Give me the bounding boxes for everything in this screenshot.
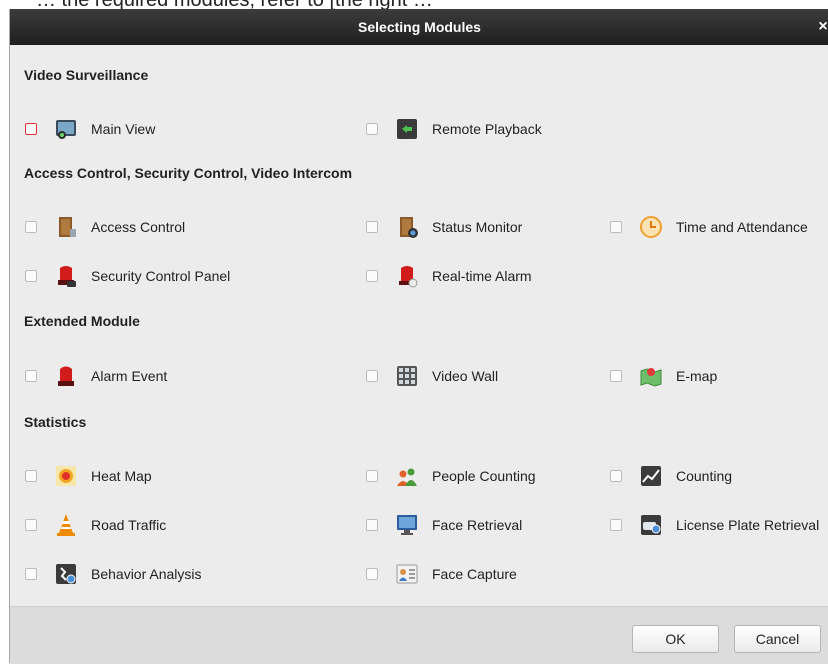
dialog-footer: OK Cancel	[10, 606, 828, 664]
face-capture-icon	[396, 564, 418, 584]
map-icon	[640, 368, 662, 387]
status-monitor-label: Status Monitor	[432, 219, 523, 235]
video-wall-label: Video Wall	[432, 368, 499, 384]
license-plate-icon	[641, 515, 661, 535]
module-row: Heat Map People Counting Counting	[10, 463, 828, 491]
behavior-analysis-icon	[56, 564, 76, 584]
section-title-video-surveillance: Video Surveillance	[24, 67, 149, 83]
video-wall-checkbox[interactable]	[366, 370, 378, 382]
siren-icon	[399, 266, 418, 288]
module-row: Behavior Analysis Face Capture	[10, 561, 828, 589]
alarm-event-label: Alarm Event	[91, 368, 168, 384]
time-attendance-checkbox[interactable]	[610, 221, 622, 233]
dialog-titlebar: Selecting Modules ×	[10, 9, 828, 45]
status-monitor-checkbox[interactable]	[366, 221, 378, 233]
emap-label: E-map	[676, 368, 718, 384]
time-attendance-label: Time and Attendance	[676, 219, 808, 235]
dialog-title: Selecting Modules	[358, 19, 481, 35]
section-title-access-control: Access Control, Security Control, Video …	[24, 165, 353, 181]
road-traffic-label: Road Traffic	[91, 517, 167, 533]
selecting-modules-dialog: Selecting Modules × Video Surveillance M…	[9, 9, 828, 664]
people-counting-checkbox[interactable]	[366, 470, 378, 482]
status-monitor-icon	[400, 217, 418, 238]
face-capture-label: Face Capture	[432, 566, 517, 582]
license-plate-retrieval-checkbox[interactable]	[610, 519, 622, 531]
section-title-extended-module: Extended Module	[24, 313, 140, 329]
module-row: Main View Remote Playback	[10, 116, 828, 144]
remote-playback-label: Remote Playback	[432, 121, 542, 137]
face-retrieval-checkbox[interactable]	[366, 519, 378, 531]
ok-button[interactable]: OK	[632, 625, 719, 653]
module-row: Security Control Panel Real-time Alarm	[10, 263, 828, 291]
counting-checkbox[interactable]	[610, 470, 622, 482]
module-row: Access Control Status Monitor Time and A…	[10, 214, 828, 242]
people-counting-label: People Counting	[432, 468, 536, 484]
clock-icon	[640, 216, 662, 238]
door-icon	[59, 217, 76, 237]
emap-checkbox[interactable]	[610, 370, 622, 382]
remote-playback-checkbox[interactable]	[366, 123, 378, 135]
security-control-panel-label: Security Control Panel	[91, 268, 231, 284]
main-view-icon	[56, 120, 76, 139]
people-icon	[397, 468, 417, 486]
module-row: Alarm Event Video Wall E-map	[10, 363, 828, 391]
license-plate-retrieval-label: License Plate Retrieval	[676, 517, 820, 533]
behavior-analysis-checkbox[interactable]	[25, 568, 37, 580]
heat-map-label: Heat Map	[91, 468, 152, 484]
access-control-label: Access Control	[91, 219, 186, 235]
section-title-statistics: Statistics	[24, 414, 87, 430]
face-retrieval-icon	[397, 515, 417, 535]
counting-icon	[641, 466, 661, 486]
counting-label: Counting	[676, 468, 733, 484]
face-retrieval-label: Face Retrieval	[432, 517, 523, 533]
module-row: Road Traffic Face Retrieval License Plat…	[10, 512, 828, 540]
video-wall-icon	[397, 366, 417, 386]
close-icon[interactable]: ×	[817, 9, 828, 45]
alarm-light-icon	[58, 366, 74, 386]
main-view-checkbox[interactable]	[25, 123, 37, 135]
behavior-analysis-label: Behavior Analysis	[91, 566, 202, 582]
access-control-checkbox[interactable]	[25, 221, 37, 233]
alarm-event-checkbox[interactable]	[25, 370, 37, 382]
realtime-alarm-label: Real-time Alarm	[432, 268, 532, 284]
dialog-content: Video Surveillance Main View Remote Play…	[10, 45, 828, 606]
face-capture-checkbox[interactable]	[366, 568, 378, 580]
main-view-label: Main View	[91, 121, 156, 137]
siren-panel-icon	[58, 266, 76, 287]
heat-map-checkbox[interactable]	[25, 470, 37, 482]
traffic-cone-icon	[57, 514, 75, 536]
road-traffic-checkbox[interactable]	[25, 519, 37, 531]
heat-map-icon	[56, 466, 76, 486]
remote-playback-icon	[397, 119, 417, 139]
realtime-alarm-checkbox[interactable]	[366, 270, 378, 282]
cancel-button[interactable]: Cancel	[734, 625, 821, 653]
security-control-panel-checkbox[interactable]	[25, 270, 37, 282]
